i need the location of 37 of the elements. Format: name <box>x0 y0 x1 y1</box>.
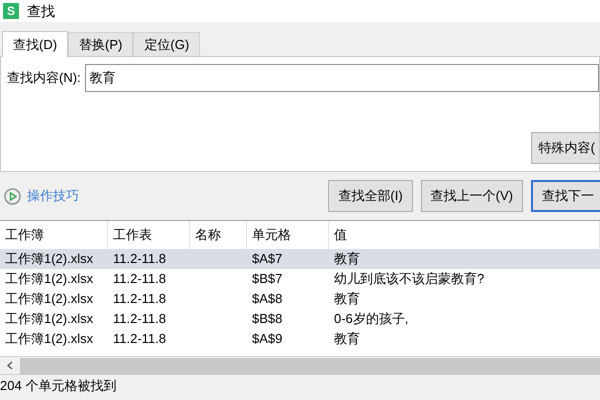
tips-link[interactable]: 操作技巧 <box>4 186 79 206</box>
table-cell-text: $A$9 <box>251 330 284 348</box>
table-cell-text: 0-6岁的孩子, <box>333 310 410 328</box>
special-content-button[interactable]: 特殊内容( <box>530 132 599 164</box>
table-cell-text: 11.2-11.8 <box>112 290 168 308</box>
table-cell-text: 幼儿到底该不该启蒙教育? <box>333 270 486 288</box>
field-label: 查找内容(N): <box>7 69 81 88</box>
action-button[interactable]: 查找全部(I) <box>328 180 413 212</box>
window-title: 查找 <box>27 2 55 20</box>
table-cell-text: 工作簿1(2).xlsx <box>4 310 94 328</box>
tab[interactable]: 定位(G) <box>133 32 200 56</box>
find-input[interactable]: 教育 <box>84 64 599 92</box>
action-button[interactable]: 查找下一 <box>531 180 600 212</box>
table-cell-text: 11.2-11.8 <box>112 270 168 288</box>
scroll-left-icon[interactable] <box>7 361 13 370</box>
table-cell-text: 11.2-11.8 <box>112 310 168 328</box>
table-cell-text: 工作簿1(2).xlsx <box>4 270 94 288</box>
scrollbar-thumb[interactable] <box>20 358 600 374</box>
table-cell-text: 教育 <box>333 290 361 308</box>
result-row[interactable]: 工作簿1(2).xlsx 11.2-11.8 $A$7 教育 <box>0 249 600 269</box>
table-cell-text: 11.2-11.8 <box>112 330 168 348</box>
app-logo-icon: S <box>3 3 19 19</box>
tab[interactable]: 查找(D) <box>2 31 68 57</box>
table-cell-text: 教育 <box>333 330 361 348</box>
table-cell-text: $A$7 <box>251 250 284 268</box>
tab[interactable]: 替换(P) <box>68 32 134 56</box>
table-cell-text: 教育 <box>333 250 361 268</box>
table-cell-text: 工作簿1(2).xlsx <box>4 290 94 308</box>
table-cell-text: 工作簿1(2).xlsx <box>4 330 94 348</box>
table-cell-text: 工作簿1(2).xlsx <box>4 250 94 268</box>
table-cell-text: $B$8 <box>251 310 284 328</box>
table-cell-text: $B$7 <box>251 270 284 288</box>
play-circle-icon <box>4 188 21 204</box>
action-button[interactable]: 查找上一个(V) <box>420 180 523 212</box>
table-cell-text: 11.2-11.8 <box>112 250 168 268</box>
status-text: 204 个单元格被找到 <box>0 376 116 395</box>
table-cell-text: $A$8 <box>251 290 284 308</box>
